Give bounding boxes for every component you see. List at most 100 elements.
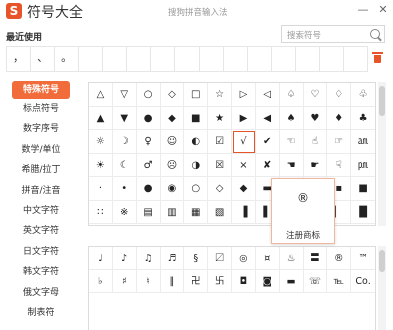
symbol-cell[interactable]: ☏ xyxy=(303,270,328,293)
symbol-cell[interactable]: ▐ xyxy=(232,200,256,224)
symbol-cell[interactable]: ◁ xyxy=(255,83,280,107)
symbol-cell[interactable]: ▤ xyxy=(136,200,161,224)
symbol-cell[interactable]: ▽ xyxy=(112,83,137,107)
recent-symbol-cell[interactable] xyxy=(200,47,224,71)
trash-icon[interactable] xyxy=(372,52,383,63)
symbol-cell[interactable]: ■ xyxy=(184,106,209,130)
scrollbar-thumb[interactable] xyxy=(379,86,385,116)
recent-symbol-cell[interactable] xyxy=(79,47,104,71)
symbol-cell[interactable]: ◑ xyxy=(184,153,209,177)
symbol-cell[interactable]: ✘ xyxy=(255,153,280,177)
symbol-cell[interactable]: □ xyxy=(184,83,209,107)
symbol-cell[interactable]: △ xyxy=(89,83,113,107)
symbol-cell[interactable]: ▬ xyxy=(279,270,304,293)
sidebar-item-9[interactable]: 韩文字符 xyxy=(4,262,78,282)
sidebar-item-5[interactable]: 拼音/注音 xyxy=(4,181,78,201)
symbol-cell[interactable]: ™ xyxy=(351,247,375,270)
symbol-cell[interactable]: ☜ xyxy=(279,130,304,154)
symbol-cell[interactable]: ☹ xyxy=(160,153,185,177)
symbol-cell[interactable]: ♧ xyxy=(351,83,375,107)
symbol-cell[interactable]: ℡ xyxy=(327,270,352,293)
symbol-cell[interactable]: ♂ xyxy=(136,153,161,177)
symbol-cell[interactable]: ♮ xyxy=(136,270,161,293)
symbol-cell[interactable]: ○ xyxy=(184,177,209,201)
symbol-cell[interactable]: ◎ xyxy=(232,247,256,270)
symbol-cell[interactable]: 〼 xyxy=(208,247,232,270)
recent-symbol-cell[interactable] xyxy=(272,47,296,71)
symbol-cell[interactable]: ▲ xyxy=(89,106,113,130)
symbol-cell[interactable]: ☝ xyxy=(303,130,328,154)
symbol-cell[interactable]: ☞ xyxy=(327,130,352,154)
symbol-cell[interactable]: ♨ xyxy=(279,247,304,270)
symbol-cell[interactable]: 卍 xyxy=(184,270,209,293)
symbol-cell[interactable]: ♪ xyxy=(112,247,137,270)
sidebar-item-10[interactable]: 俄文字母 xyxy=(4,283,78,303)
symbol-cell[interactable]: ☚ xyxy=(279,153,304,177)
scrollbar-thumb-2[interactable] xyxy=(379,250,385,272)
symbol-cell[interactable]: ▥ xyxy=(160,200,185,224)
sidebar-item-0[interactable]: 特殊符号 xyxy=(12,81,70,99)
symbol-cell[interactable]: ☆ xyxy=(208,83,232,107)
symbol-cell[interactable]: ♭ xyxy=(89,270,113,293)
recent-symbol-cell[interactable] xyxy=(127,47,152,71)
symbol-cell[interactable]: ◇ xyxy=(160,83,185,107)
symbol-cell[interactable]: ✔ xyxy=(255,130,280,154)
symbol-cell[interactable]: ♤ xyxy=(279,83,304,107)
symbol-cell[interactable]: ▼ xyxy=(112,106,137,130)
symbol-cell[interactable]: ■ xyxy=(351,177,375,201)
symbol-cell[interactable]: ♢ xyxy=(327,83,352,107)
symbol-cell[interactable]: ◀ xyxy=(255,106,280,130)
symbol-cell[interactable]: ㏘ xyxy=(351,154,375,177)
symbol-grid-scrollbar-2[interactable] xyxy=(378,246,386,330)
recent-symbol-cell[interactable] xyxy=(320,47,344,71)
recent-symbol-cell[interactable] xyxy=(344,47,367,71)
sidebar-item-1[interactable]: 标点符号 xyxy=(4,99,78,119)
symbol-cell[interactable]: × xyxy=(232,153,256,177)
symbol-cell[interactable]: ☼ xyxy=(89,130,113,154)
sidebar-item-2[interactable]: 数字序号 xyxy=(4,119,78,139)
symbol-cell[interactable]: ♣ xyxy=(351,107,375,130)
symbol-cell[interactable]: ▷ xyxy=(232,83,256,107)
symbol-cell[interactable]: ㏂ xyxy=(351,130,375,154)
symbol-grid-scrollbar[interactable] xyxy=(378,82,386,226)
symbol-cell[interactable]: ♥ xyxy=(303,106,328,130)
symbol-cell[interactable]: • xyxy=(112,177,137,201)
symbol-cell[interactable]: ▧ xyxy=(208,200,232,224)
close-button[interactable]: ✕ xyxy=(376,3,390,17)
symbol-cell[interactable]: ☽ xyxy=(112,130,137,154)
symbol-cell[interactable]: ☟ xyxy=(327,153,352,177)
symbol-cell[interactable]: ¤ xyxy=(255,247,280,270)
symbol-cell[interactable]: ◇ xyxy=(208,177,232,201)
symbol-cell[interactable]: ♯ xyxy=(112,270,137,293)
recent-symbol-cell[interactable]: ， xyxy=(7,47,32,71)
symbol-cell[interactable]: 〓 xyxy=(303,247,328,270)
symbol-cell[interactable]: ☛ xyxy=(303,153,328,177)
minimize-button[interactable]: — xyxy=(356,3,370,17)
search-input[interactable]: 搜索符号 xyxy=(281,25,385,43)
symbol-cell[interactable]: ◙ xyxy=(255,270,280,293)
symbol-cell[interactable]: · xyxy=(89,177,113,201)
recent-symbol-cell[interactable] xyxy=(224,47,248,71)
sidebar-item-3[interactable]: 数学/单位 xyxy=(4,140,78,160)
symbol-cell[interactable]: ♀ xyxy=(136,130,161,154)
symbol-cell[interactable]: ☀ xyxy=(89,153,113,177)
symbol-cell[interactable]: Co. xyxy=(351,270,375,293)
symbol-cell[interactable]: ♡ xyxy=(303,83,328,107)
sidebar-item-4[interactable]: 希腊/拉丁 xyxy=(4,160,78,180)
recent-symbol-cell[interactable] xyxy=(175,47,200,71)
symbol-cell[interactable]: ▦ xyxy=(184,200,209,224)
symbol-cell[interactable]: ♬ xyxy=(160,247,185,270)
symbol-cell[interactable]: ♫ xyxy=(136,247,161,270)
recent-symbol-cell[interactable] xyxy=(296,47,320,71)
symbol-cell[interactable]: ♦ xyxy=(327,106,352,130)
sidebar-item-6[interactable]: 中文字符 xyxy=(4,201,78,221)
symbol-cell[interactable]: § xyxy=(184,247,209,270)
recent-symbol-cell[interactable] xyxy=(248,47,272,71)
symbol-cell[interactable]: ※ xyxy=(112,200,137,224)
symbol-cell[interactable]: ◉ xyxy=(160,177,185,201)
sidebar-item-7[interactable]: 英文字符 xyxy=(4,221,78,241)
symbol-cell[interactable]: ◘ xyxy=(232,270,256,293)
symbol-cell[interactable]: ♩ xyxy=(89,247,113,270)
symbol-cell[interactable]: ☺ xyxy=(160,130,185,154)
symbol-cell[interactable]: 卐 xyxy=(208,270,232,293)
